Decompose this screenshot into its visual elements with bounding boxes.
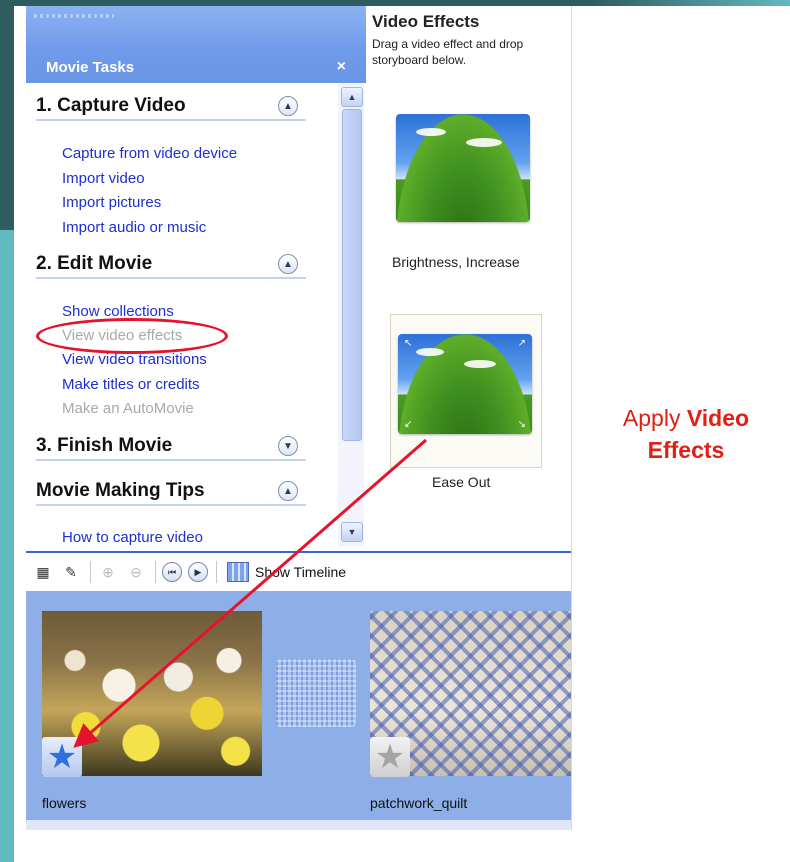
corner-arrow-icon: ↗ — [517, 338, 526, 349]
link-import-pictures[interactable]: Import pictures — [62, 194, 161, 211]
video-effects-description: Drag a video effect and drop storyboard … — [372, 37, 524, 67]
rewind-icon[interactable]: ⏮ — [162, 562, 182, 582]
storyboard-scrollbar[interactable] — [26, 820, 571, 830]
section-edit-movie[interactable]: 2. Edit Movie ▲ — [36, 251, 306, 279]
narrate-icon[interactable]: ✎ — [60, 561, 82, 583]
link-import-audio-or-music[interactable]: Import audio or music — [62, 219, 206, 236]
left-decorative-bar-light — [0, 230, 14, 862]
effect-ease-out-label: Ease Out — [432, 474, 491, 490]
link-how-to-capture-video[interactable]: How to capture video — [62, 529, 203, 546]
section-capture-video[interactable]: 1. Capture Video ▲ — [36, 93, 306, 121]
toolbar-separator — [90, 561, 91, 583]
timeline-icon[interactable] — [227, 562, 249, 582]
apply-video-effects-caption: Apply Video Effects — [586, 402, 786, 466]
section-title: 1. Capture Video — [36, 95, 186, 116]
movie-tasks-pane: Movie Tasks × 1. Capture Video ▲ Capture… — [26, 6, 368, 546]
transition-slot[interactable] — [276, 659, 356, 727]
corner-arrow-icon: ↙ — [404, 419, 413, 430]
header-grip — [34, 14, 114, 18]
storyboard: ★ flowers ★ patchwork_quilt — [26, 591, 571, 830]
cloud-shape — [464, 360, 496, 368]
show-timeline-button[interactable]: Show Timeline — [255, 564, 346, 580]
section-title: Movie Making Tips — [36, 480, 205, 501]
toolbar-separator — [155, 561, 156, 583]
collapse-chevron-icon[interactable]: ▲ — [278, 481, 298, 501]
zoom-out-icon[interactable]: ⊖ — [125, 561, 147, 583]
caption-bold-1: Video — [686, 405, 750, 431]
section-title: 2. Edit Movie — [36, 253, 153, 274]
cloud-shape — [416, 348, 444, 356]
corner-arrow-icon: ↖ — [404, 338, 413, 349]
storyboard-toolbar: ▦ ✎ ⊕ ⊖ ⏮ ▶ Show Timeline — [26, 553, 571, 591]
effect-brightness-increase-thumbnail[interactable] — [396, 114, 530, 222]
collapse-chevron-icon[interactable]: ▲ — [278, 254, 298, 274]
corner-arrow-icon: ↘ — [517, 419, 526, 430]
highlight-ellipse — [36, 318, 228, 354]
movie-maker-window: Movie Tasks × 1. Capture Video ▲ Capture… — [26, 6, 572, 830]
clip-patchwork-quilt-label: patchwork_quilt — [370, 795, 468, 811]
scroll-down-arrow-icon[interactable]: ▼ — [341, 522, 363, 542]
task-pane-scrollbar[interactable]: ▲ ▼ — [338, 83, 364, 546]
close-pane-button[interactable]: × — [337, 58, 346, 76]
cloud-shape — [416, 128, 446, 136]
scroll-thumb[interactable] — [342, 109, 362, 441]
effect-applied-star-icon: ★ — [42, 737, 82, 777]
link-make-titles-or-credits[interactable]: Make titles or credits — [62, 376, 200, 393]
link-import-video[interactable]: Import video — [62, 170, 145, 187]
toolbar-separator — [216, 561, 217, 583]
left-decorative-bar-dark — [0, 0, 14, 230]
movie-tasks-header: Movie Tasks × — [26, 6, 366, 83]
zoom-in-icon[interactable]: ⊕ — [97, 561, 119, 583]
expand-chevron-icon[interactable]: ▼ — [278, 436, 298, 456]
section-movie-making-tips[interactable]: Movie Making Tips ▲ — [36, 478, 306, 506]
clip-flowers-label: flowers — [42, 795, 87, 811]
collapse-chevron-icon[interactable]: ▲ — [278, 96, 298, 116]
effect-ease-out-thumbnail[interactable]: ↖ ↗ ↙ ↘ — [398, 334, 532, 434]
movie-tasks-title: Movie Tasks — [46, 59, 135, 76]
effect-empty-star-icon: ★ — [370, 737, 410, 777]
scroll-up-arrow-icon[interactable]: ▲ — [341, 87, 363, 107]
effect-brightness-increase-label: Brightness, Increase — [392, 254, 520, 270]
link-make-an-automovie[interactable]: Make an AutoMovie — [62, 400, 194, 417]
link-capture-from-video-device[interactable]: Capture from video device — [62, 145, 237, 162]
play-icon[interactable]: ▶ — [188, 562, 208, 582]
video-effects-title: Video Effects — [372, 12, 480, 31]
storyboard-icon[interactable]: ▦ — [32, 561, 54, 583]
caption-bold-2: Effects — [647, 437, 725, 463]
video-effects-panel: Video Effects Drag a video effect and dr… — [366, 6, 571, 546]
section-title: 3. Finish Movie — [36, 435, 173, 456]
cloud-shape — [466, 138, 502, 147]
section-finish-movie[interactable]: 3. Finish Movie ▼ — [36, 433, 306, 461]
caption-line-1: Apply Video — [586, 402, 786, 434]
movie-tasks-list: 1. Capture Video ▲ Capture from video de… — [26, 83, 338, 546]
caption-prefix: Apply — [622, 405, 681, 431]
